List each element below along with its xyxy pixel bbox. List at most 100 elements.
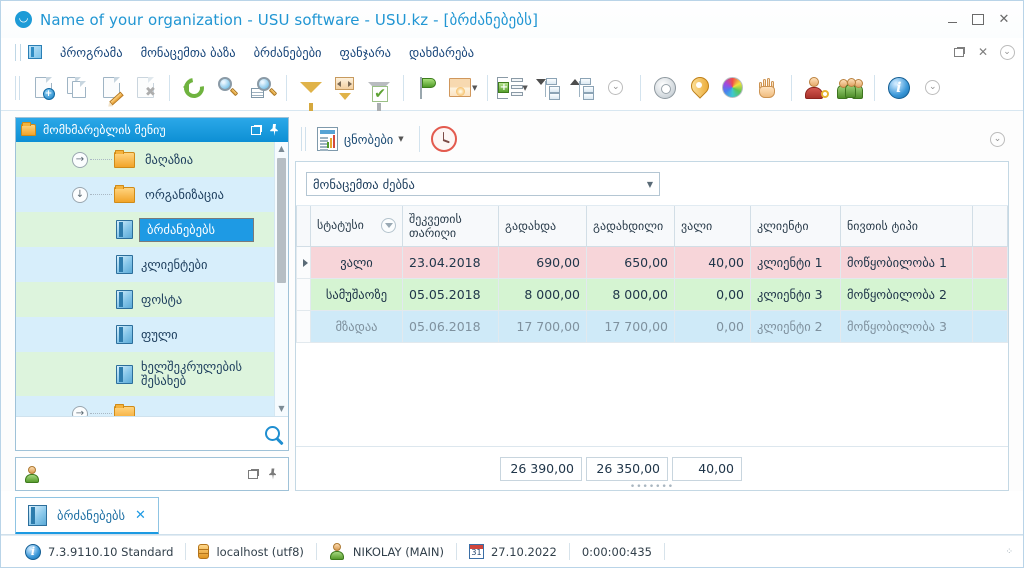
tree-item-mail[interactable]: ფოსტა <box>16 282 274 317</box>
scroll-up-icon[interactable]: ▲ <box>275 142 289 156</box>
users-button[interactable] <box>833 71 867 105</box>
reports-caret-icon[interactable]: ▼ <box>398 135 403 143</box>
resize-grip[interactable]: ••••••• <box>630 482 674 491</box>
user-panel-restore-button[interactable] <box>243 465 263 483</box>
scrollbar-thumb[interactable] <box>277 158 286 283</box>
tree-item-shop[interactable]: → მაღაზია <box>16 142 274 177</box>
cell-paid: 8 000,00 <box>587 278 675 310</box>
tree-item-money[interactable]: ფული <box>16 317 274 352</box>
history-button[interactable]: ⌄ <box>599 71 633 105</box>
about-button[interactable]: i <box>882 71 916 105</box>
mdi-restore-icon[interactable] <box>947 42 971 62</box>
panel-restore-button[interactable] <box>247 121 265 139</box>
expander-icon[interactable]: → <box>72 152 88 168</box>
search-icon[interactable] <box>265 426 280 441</box>
menu-item-window[interactable]: ფანჯარა <box>331 42 401 63</box>
tree-item-partial[interactable]: → <box>16 396 274 416</box>
cell-client: კლიენტი 2 <box>751 310 841 342</box>
cell-order-date: 05.06.2018 <box>403 310 499 342</box>
maximize-button[interactable] <box>965 9 991 31</box>
document-tab-orders[interactable]: ბრძანებებს ✕ <box>15 497 159 535</box>
apply-filter-button[interactable]: ✔ <box>362 71 396 105</box>
table-row[interactable]: ვალი 23.04.2018 690,00 650,00 40,00 კლიე… <box>297 246 1008 278</box>
tree-item-organization[interactable]: ↓ ორგანიზაცია <box>16 177 274 212</box>
close-button[interactable] <box>991 9 1017 31</box>
hand-button[interactable] <box>750 71 784 105</box>
toolbar-drag-handle[interactable] <box>15 76 20 100</box>
tree-scrollbar[interactable]: ▲ ▼ <box>274 142 288 416</box>
menu-item-program[interactable]: პროგრამა <box>51 42 132 63</box>
column-header-payment[interactable]: გადახდა <box>499 206 587 246</box>
expand-all-button[interactable] <box>531 71 565 105</box>
column-header-client[interactable]: კლიენტი <box>751 206 841 246</box>
info-icon: i <box>25 544 41 560</box>
orders-table: სტატუსი შეკვეთის თარიღი გადახდა <box>296 206 1008 343</box>
menu-item-help[interactable]: დახმარება <box>400 42 483 63</box>
menu-item-database[interactable]: მონაცემთა ბაზა <box>132 42 245 63</box>
tree-item-orders[interactable]: ბრძანებებს <box>16 212 274 247</box>
book-icon <box>116 255 133 274</box>
column-header-paid[interactable]: გადახდილი <box>587 206 675 246</box>
minimize-button[interactable] <box>939 9 965 31</box>
filter-icon[interactable] <box>381 218 396 233</box>
reports-button[interactable]: ცნობები ▼ <box>312 125 412 153</box>
expander-icon[interactable]: → <box>72 406 88 417</box>
search-in-table-button[interactable] <box>245 71 279 105</box>
tree-item-clients[interactable]: კლიენტები <box>16 247 274 282</box>
tab-close-icon[interactable]: ✕ <box>135 508 146 523</box>
schedule-button[interactable] <box>427 122 461 156</box>
settings-button[interactable] <box>648 71 682 105</box>
table-row[interactable]: მზადაა 05.06.2018 17 700,00 17 700,00 0,… <box>297 310 1008 342</box>
flag-button[interactable] <box>411 71 445 105</box>
toolbar-overflow-button[interactable]: ⌄ <box>916 71 950 105</box>
collapse-all-button[interactable] <box>565 71 599 105</box>
column-header-order-date[interactable]: შეკვეთის თარიღი <box>403 206 499 246</box>
subtoolbar-overflow-button[interactable]: ⌄ <box>990 132 1009 147</box>
total-paid: 26 350,00 <box>586 457 668 481</box>
chevron-down-icon[interactable]: ▼ <box>647 180 653 189</box>
document-tab-label: ბრძანებებს <box>57 508 125 523</box>
table-row[interactable]: სამუშაოზე 05.05.2018 8 000,00 8 000,00 0… <box>297 278 1008 310</box>
refresh-button[interactable] <box>177 71 211 105</box>
column-filter-button[interactable] <box>328 71 362 105</box>
filter-button[interactable] <box>294 71 328 105</box>
magnifier-table-icon <box>251 77 273 99</box>
status-version: i 7.3.9110.10 Standard <box>13 544 185 560</box>
expander-icon[interactable]: ↓ <box>72 187 88 203</box>
export-image-button[interactable] <box>445 71 475 105</box>
user-panel-pin-button[interactable] <box>263 465 283 483</box>
add-group-button[interactable]: + <box>495 71 525 105</box>
delete-record-button[interactable]: ✖ <box>128 71 162 105</box>
mdi-close-icon[interactable] <box>971 42 995 62</box>
scrollbar-track[interactable] <box>275 156 288 402</box>
folder-icon <box>114 406 135 417</box>
user-rights-button[interactable] <box>799 71 833 105</box>
column-header-debt[interactable]: ვალი <box>675 206 751 246</box>
chevron-down-icon: ⌄ <box>990 132 1005 147</box>
mdi-dropdown-button[interactable]: ⌄ <box>995 42 1019 62</box>
data-search-combo[interactable]: მონაცემთა ძებნა ▼ <box>306 172 660 196</box>
colors-button[interactable] <box>716 71 750 105</box>
panel-pin-button[interactable] <box>265 121 283 139</box>
search-button[interactable] <box>211 71 245 105</box>
menu-bar: პროგრამა მონაცემთა ბაზა ბრძანებები ფანჯა… <box>1 39 1023 65</box>
cell-client: კლიენტი 3 <box>751 278 841 310</box>
menu-drag-handle[interactable] <box>15 44 21 61</box>
map-button[interactable] <box>682 71 716 105</box>
book-icon <box>28 505 47 526</box>
subtoolbar-drag-handle[interactable] <box>301 127 306 151</box>
column-header-filler <box>973 206 1008 246</box>
folder-open-icon <box>114 187 135 203</box>
new-record-button[interactable]: + <box>26 71 60 105</box>
menu-item-orders[interactable]: ბრძანებები <box>245 42 331 63</box>
tree-item-contract[interactable]: ხელშეკრულების შესახებ <box>16 352 274 396</box>
edit-record-button[interactable] <box>94 71 128 105</box>
column-header-status[interactable]: სტატუსი <box>311 206 403 246</box>
column-header-item-type[interactable]: ნივთის ტიპი <box>841 206 973 246</box>
copy-record-button[interactable] <box>60 71 94 105</box>
tree-search-bar[interactable] <box>16 416 288 450</box>
scroll-down-icon[interactable]: ▼ <box>275 402 289 416</box>
column-label: ვალი <box>681 219 712 233</box>
tabstrip-divider <box>1 534 1023 535</box>
window-resize-grip[interactable]: ⁘ <box>1005 549 1017 555</box>
